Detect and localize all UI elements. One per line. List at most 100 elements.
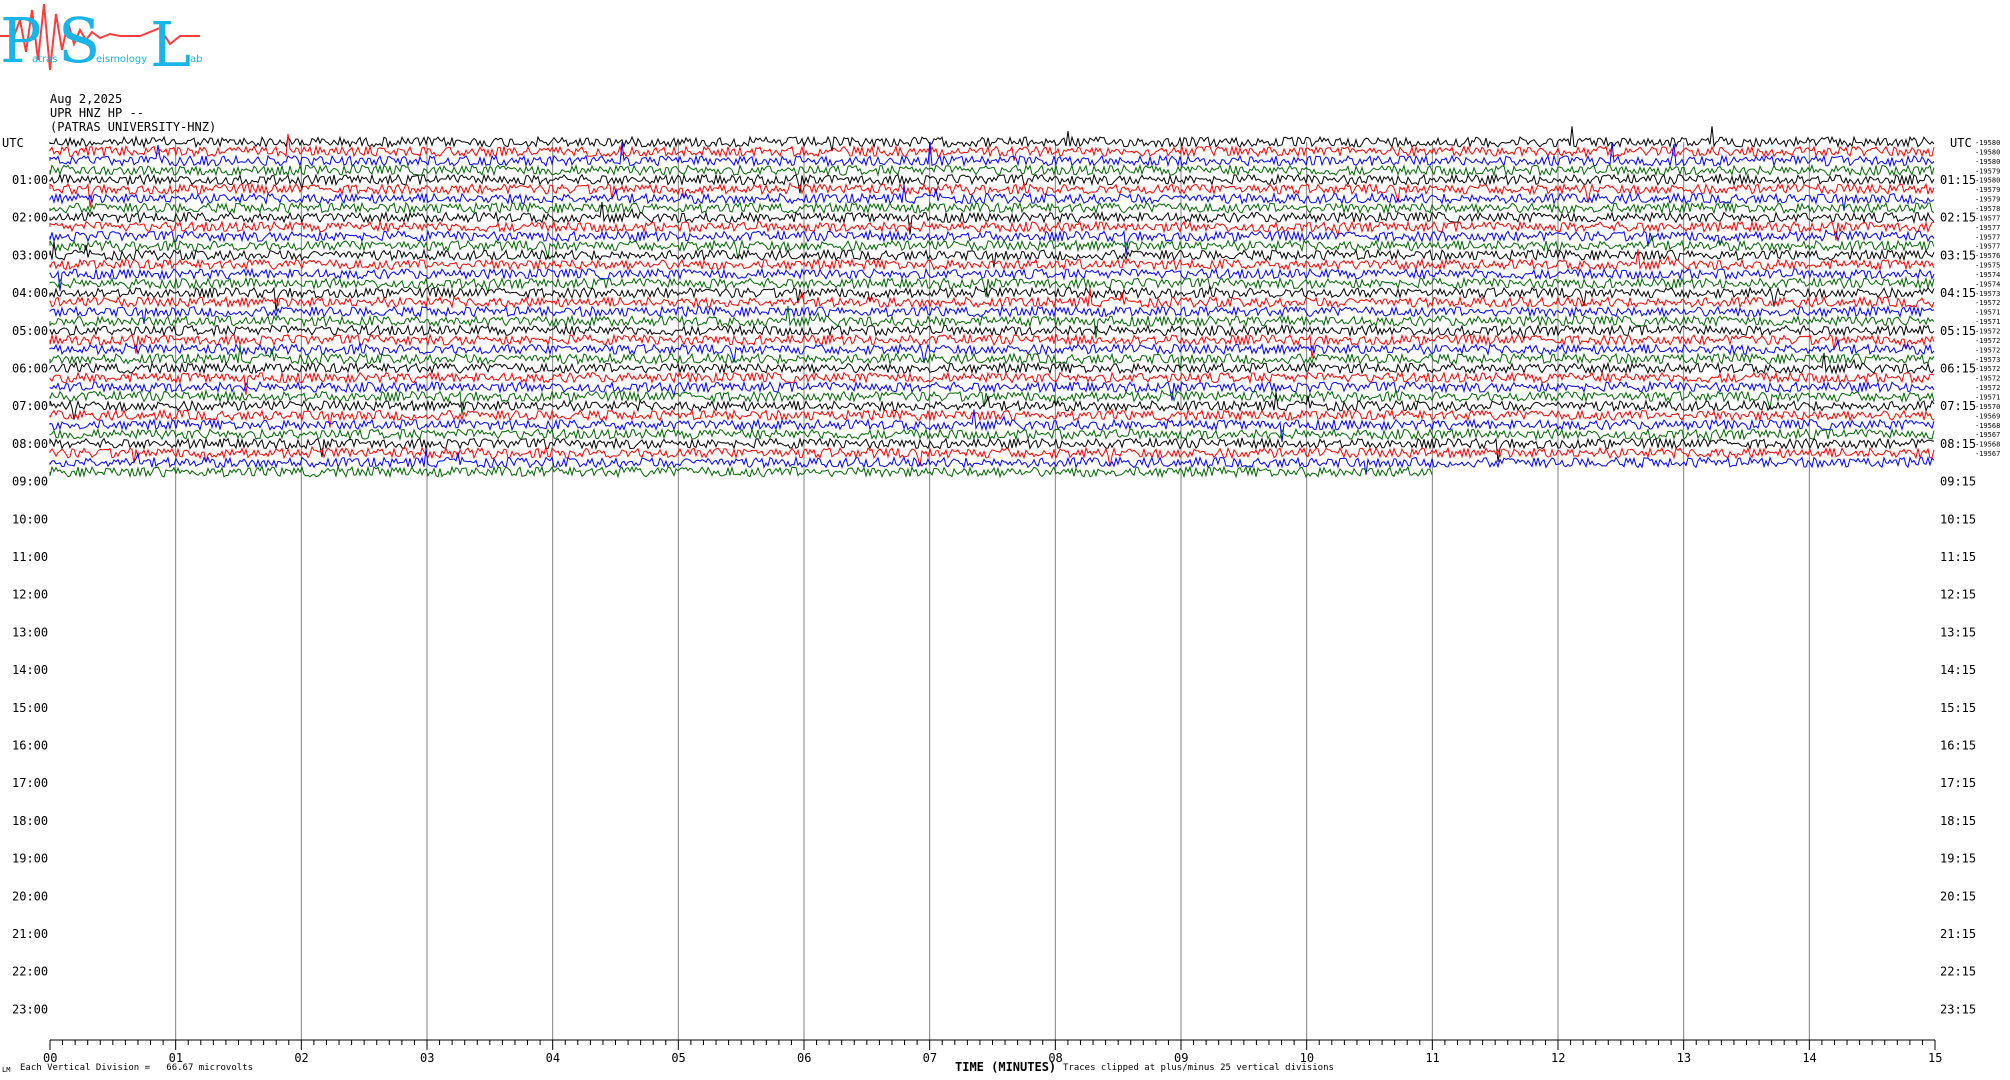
x-tick-label: 04 <box>546 1051 560 1065</box>
right-hour-label: 09:15 <box>1940 475 1976 489</box>
trace-count-label: -19578 <box>1975 205 2000 213</box>
right-hour-label: 02:15 <box>1940 211 1976 225</box>
right-hour-label: 17:15 <box>1940 776 1976 790</box>
trace-count-label: -19573 <box>1975 356 2000 364</box>
seismic-trace <box>49 338 1935 364</box>
right-hour-label: 22:15 <box>1940 965 1976 979</box>
x-tick-label: 11 <box>1425 1051 1439 1065</box>
trace-count-label: -19572 <box>1975 384 2000 392</box>
right-hour-label: 12:15 <box>1940 588 1976 602</box>
left-hour-label: 23:00 <box>12 1002 48 1016</box>
x-tick-label: 06 <box>797 1051 811 1065</box>
right-hour-label: 14:15 <box>1940 663 1976 677</box>
left-hour-label: 11:00 <box>12 550 48 564</box>
x-tick-label: 14 <box>1802 1051 1816 1065</box>
trace-count-label: -19580 <box>1975 158 2000 166</box>
trace-count-label: -19568 <box>1975 422 2000 430</box>
trace-count-label: -19580 <box>1975 148 2000 156</box>
trace-count-label: -19576 <box>1975 252 2000 260</box>
helicorder-chart: 01:00 02:00 03:00 04:00 05:00 06:00 07:00 08:00… <box>2 126 2000 1065</box>
right-hour-label: 11:15 <box>1940 550 1976 564</box>
trace-count-label: -19577 <box>1975 233 2000 241</box>
trace-count-label: -19579 <box>1975 167 2000 175</box>
trace-count-label: -19570 <box>1975 403 2000 411</box>
trace-count-label: -19571 <box>1975 309 2000 317</box>
trace-count-label: -19577 <box>1975 214 2000 222</box>
left-hour-label: 02:00 <box>12 211 48 225</box>
right-hour-label: 01:15 <box>1940 173 1976 187</box>
left-hour-label: 21:00 <box>12 927 48 941</box>
right-hour-label: 06:15 <box>1940 362 1976 376</box>
seismic-trace <box>49 163 1935 178</box>
left-axis-title: UTC <box>2 136 24 150</box>
trace-count-label: -19571 <box>1975 318 2000 326</box>
x-tick-label: 12 <box>1551 1051 1565 1065</box>
x-tick-label: 05 <box>671 1051 685 1065</box>
right-hour-label: 03:15 <box>1940 248 1976 262</box>
clip-note: Traces clipped at plus/minus 25 vertical… <box>1063 1063 1334 1073</box>
seismic-trace <box>49 388 1935 415</box>
trace-count-label: -19567 <box>1975 431 2000 439</box>
trace-count-label: -19574 <box>1975 280 2000 288</box>
scale-note: Each Vertical Division = 66.67 microvolt… <box>20 1063 253 1073</box>
right-hour-label: 16:15 <box>1940 739 1976 753</box>
right-hour-label: 19:15 <box>1940 852 1976 866</box>
x-tick-label: 07 <box>923 1051 937 1065</box>
left-hour-label: 12:00 <box>12 588 48 602</box>
seismic-trace <box>49 370 1935 395</box>
right-count-labels: -19580-19580-19580-19579-19580-19579-195… <box>1975 139 2000 458</box>
trace-count-label: -19571 <box>1975 393 2000 401</box>
right-hour-labels: 01:15 02:15 03:15 04:15 05:15 06:15 07:15 08:15… <box>1940 173 1976 1016</box>
trace-count-label: -19572 <box>1975 375 2000 383</box>
seismic-trace <box>49 345 1935 372</box>
x-tick-label: 02 <box>294 1051 308 1065</box>
left-hour-label: 03:00 <box>12 248 48 262</box>
seismic-traces <box>49 126 1935 479</box>
seismic-trace <box>49 181 1935 208</box>
right-hour-label: 08:15 <box>1940 437 1976 451</box>
right-hour-label: 15:15 <box>1940 701 1976 715</box>
trace-count-label: -19580 <box>1975 177 2000 185</box>
right-hour-label: 20:15 <box>1940 889 1976 903</box>
right-hour-label: 04:15 <box>1940 286 1976 300</box>
left-hour-label: 01:00 <box>12 173 48 187</box>
trace-count-label: -19572 <box>1975 337 2000 345</box>
left-hour-label: 18:00 <box>12 814 48 828</box>
seismic-trace <box>49 427 1935 445</box>
right-hour-label: 18:15 <box>1940 814 1976 828</box>
right-hour-label: 10:15 <box>1940 512 1976 526</box>
right-hour-label: 23:15 <box>1940 1002 1976 1016</box>
left-hour-label: 15:00 <box>12 701 48 715</box>
x-tick-label: 15 <box>1928 1051 1942 1065</box>
trace-count-label: -19572 <box>1975 365 2000 373</box>
seismic-trace <box>49 464 1433 479</box>
right-axis-title: UTC <box>1950 136 1972 150</box>
left-hour-label: 09:00 <box>12 475 48 489</box>
left-hour-label: 10:00 <box>12 512 48 526</box>
left-hour-label: 20:00 <box>12 889 48 903</box>
trace-count-label: -19569 <box>1975 412 2000 420</box>
seismic-trace <box>49 408 1935 428</box>
trace-count-label: -19579 <box>1975 186 2000 194</box>
right-hour-label: 05:15 <box>1940 324 1976 338</box>
trace-count-label: -19572 <box>1975 299 2000 307</box>
x-tick-label: 03 <box>420 1051 434 1065</box>
left-hour-label: 08:00 <box>12 437 48 451</box>
trace-count-label: -19573 <box>1975 290 2000 298</box>
seismic-trace <box>49 323 1935 342</box>
left-hour-label: 14:00 <box>12 663 48 677</box>
left-hour-label: 22:00 <box>12 965 48 979</box>
seismic-trace <box>49 200 1935 215</box>
trace-count-label: -19577 <box>1975 243 2000 251</box>
right-hour-label: 07:15 <box>1940 399 1976 413</box>
trace-count-label: -19577 <box>1975 224 2000 232</box>
corner-mark: LM <box>2 1066 11 1074</box>
trace-count-label: -19580 <box>1975 139 2000 147</box>
trace-count-label: -19575 <box>1975 262 2000 270</box>
left-hour-label: 13:00 <box>12 625 48 639</box>
trace-count-label: -19567 <box>1975 450 2000 458</box>
trace-count-label: -19572 <box>1975 328 2000 336</box>
x-tick-label: 13 <box>1677 1051 1691 1065</box>
left-hour-label: 16:00 <box>12 739 48 753</box>
trace-count-label: -19579 <box>1975 196 2000 204</box>
